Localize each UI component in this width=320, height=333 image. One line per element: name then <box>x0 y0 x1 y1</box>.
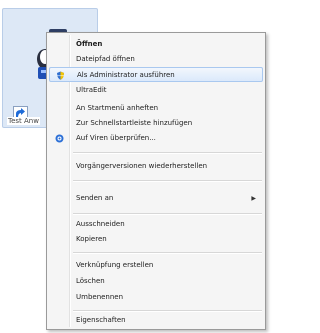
menu-item-label: Öffnen <box>76 40 103 48</box>
menu-item-label: Vorgängerversionen wiederherstellen <box>76 162 208 170</box>
menu-separator <box>73 310 262 312</box>
menu-item-label: Dateipfad öffnen <box>76 55 135 63</box>
menu-item-label: Kopieren <box>76 235 107 243</box>
menu-item-cut[interactable]: Ausschneiden <box>49 217 263 232</box>
menu-item-ultraedit[interactable]: UltraEdit <box>49 83 263 98</box>
menu-item-run-as-admin[interactable]: Als Administrator ausführen <box>49 67 263 82</box>
menu-item-virus-scan[interactable]: Auf Viren überprüfen... <box>49 131 263 146</box>
context-menu: Öffnen Dateipfad öffnen Als Administrato… <box>46 32 266 330</box>
menu-item-open[interactable]: Öffnen <box>49 37 263 52</box>
submenu-arrow-icon: ▶ <box>251 195 256 202</box>
menu-separator <box>73 152 262 154</box>
menu-item-quick-launch[interactable]: Zur Schnellstartleiste hinzufügen <box>49 116 263 131</box>
desktop-icon-label: Test Anw <box>7 117 40 125</box>
menu-item-label: Zur Schnellstartleiste hinzufügen <box>76 119 193 127</box>
menu-separator <box>73 213 262 215</box>
menu-item-label: Ausschneiden <box>76 220 125 228</box>
menu-item-delete[interactable]: Löschen <box>49 274 263 289</box>
menu-item-label: Als Administrator ausführen <box>77 71 175 79</box>
menu-item-copy[interactable]: Kopieren <box>49 232 263 247</box>
menu-item-label: Umbenennen <box>76 293 124 301</box>
menu-item-label: Verknüpfung erstellen <box>76 261 154 269</box>
uac-shield-icon <box>57 71 64 80</box>
menu-item-label: Löschen <box>76 277 105 285</box>
menu-item-open-file-location[interactable]: Dateipfad öffnen <box>49 52 263 67</box>
menu-item-properties[interactable]: Eigenschaften <box>49 313 263 328</box>
menu-item-label: Auf Viren überprüfen... <box>76 134 156 142</box>
menu-item-rename[interactable]: Umbenennen <box>49 290 263 305</box>
menu-item-create-shortcut[interactable]: Verknüpfung erstellen <box>49 258 263 273</box>
menu-item-label: Senden an <box>76 194 114 202</box>
menu-item-send-to[interactable]: Senden an ▶ <box>49 191 263 206</box>
menu-item-restore-versions[interactable]: Vorgängerversionen wiederherstellen <box>49 159 263 174</box>
menu-separator <box>73 180 262 182</box>
menu-item-label: UltraEdit <box>76 86 107 94</box>
menu-item-label: Eigenschaften <box>76 316 126 324</box>
menu-item-label: An Startmenü anheften <box>76 104 159 112</box>
menu-item-pin-start[interactable]: An Startmenü anheften <box>49 101 263 116</box>
menu-separator <box>73 252 262 254</box>
antivirus-icon <box>55 134 64 143</box>
